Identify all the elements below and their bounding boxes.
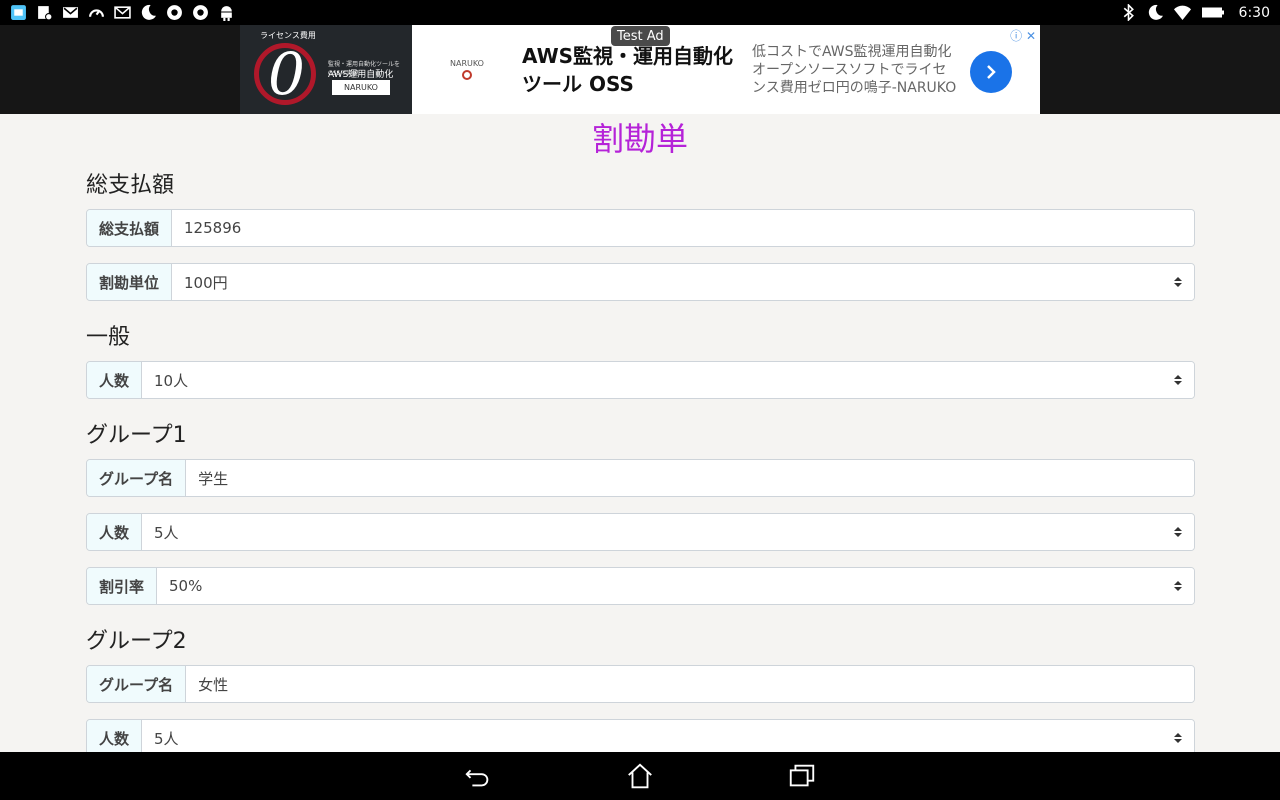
group2-name-label: グループ名 — [87, 666, 187, 702]
home-button[interactable] — [618, 754, 662, 798]
section-heading-group1: グループ1 — [86, 423, 187, 448]
general-people-label: 人数 — [87, 362, 143, 398]
chrome-icon — [192, 4, 209, 21]
total-amount-group: 総支払額 125896 — [86, 209, 1195, 247]
wifi-icon — [1173, 4, 1191, 21]
ad-info-controls[interactable]: ⓘ ✕ — [1010, 27, 1036, 44]
ad-logo[interactable]: NARUKO — [412, 25, 522, 114]
section-heading-total: 総支払額 — [86, 173, 175, 198]
group1-discount-label: 割引率 — [87, 568, 158, 604]
notification-icons — [10, 4, 235, 21]
group1-discount-select[interactable]: 50% — [157, 568, 1194, 604]
ad-banner-area: ライセンス費用 0 監視・運用自動化ツールをOSSで実現 AWS運用自動化 NA… — [0, 25, 1280, 114]
section-heading-group2: グループ2 — [86, 629, 187, 654]
speedometer-icon — [88, 4, 105, 21]
ad-image[interactable]: ライセンス費用 0 監視・運用自動化ツールをOSSで実現 AWS運用自動化 NA… — [240, 25, 412, 114]
moon-icon — [1147, 4, 1164, 21]
app-icon — [10, 4, 27, 21]
group2-name-input[interactable]: 女性 — [186, 666, 1194, 702]
chrome-icon — [166, 4, 183, 21]
split-unit-select[interactable]: 100円 — [172, 264, 1194, 300]
ad-open-button[interactable] — [970, 51, 1012, 93]
android-icon — [218, 4, 235, 21]
close-icon[interactable]: ✕ — [1026, 29, 1036, 43]
moon-icon — [140, 4, 157, 21]
select-caret-icon — [1174, 375, 1182, 385]
group1-discount-group: 割引率 50% — [86, 567, 1195, 605]
info-icon[interactable]: ⓘ — [1010, 29, 1022, 43]
back-icon — [465, 769, 489, 787]
group2-people-label: 人数 — [87, 720, 143, 756]
ad-image-badge: NARUKO — [332, 80, 390, 95]
clock: 6:30 — [1238, 4, 1270, 21]
group1-people-select[interactable]: 5人 — [142, 514, 1194, 550]
group2-people-select[interactable]: 5人 — [142, 720, 1194, 756]
notification-icon — [36, 4, 53, 21]
gmail-icon — [62, 4, 79, 21]
split-unit-group: 割勘単位 100円 — [86, 263, 1195, 301]
ad-image-caption: AWS運用自動化 — [328, 70, 394, 80]
ad-body[interactable]: 低コストでAWS監視運用自動化オープンソースソフトでライセンス費用ゼロ円の鳴子-… — [740, 25, 960, 114]
select-caret-icon — [1174, 733, 1182, 743]
ad-image-zero: 0 — [268, 40, 305, 108]
group1-name-input[interactable]: 学生 — [186, 460, 1194, 496]
split-unit-label: 割勘単位 — [87, 264, 173, 300]
total-amount-input[interactable]: 125896 — [172, 210, 1194, 246]
group1-people-value: 5人 — [154, 523, 179, 542]
home-icon — [628, 763, 652, 789]
general-people-select[interactable]: 10人 — [142, 362, 1194, 398]
battery-icon — [1201, 4, 1225, 21]
ad-logo-mark — [462, 70, 472, 80]
split-unit-value: 100円 — [184, 273, 228, 292]
select-caret-icon — [1174, 277, 1182, 287]
group1-name-group: グループ名 学生 — [86, 459, 1195, 497]
select-caret-icon — [1174, 527, 1182, 537]
back-button[interactable] — [456, 754, 500, 798]
ad-logo-text: NARUKO — [450, 59, 484, 68]
group1-discount-value: 50% — [169, 577, 203, 595]
general-people-value: 10人 — [154, 371, 189, 390]
total-amount-label: 総支払額 — [87, 210, 173, 246]
group1-name-label: グループ名 — [87, 460, 187, 496]
bluetooth-icon — [1120, 4, 1137, 21]
group2-name-group: グループ名 女性 — [86, 665, 1195, 703]
group2-people-value: 5人 — [154, 729, 179, 748]
status-bar: 6:30 — [0, 0, 1280, 25]
section-heading-general: 一般 — [86, 325, 131, 350]
recents-icon — [789, 764, 815, 787]
general-people-group: 人数 10人 — [86, 361, 1195, 399]
select-caret-icon — [1174, 581, 1182, 591]
chevron-right-icon — [987, 65, 996, 79]
page-title: 割勘単 — [591, 120, 688, 158]
mail-icon — [114, 4, 131, 21]
navigation-bar — [0, 752, 1280, 800]
system-icons: 6:30 — [1120, 4, 1270, 21]
recents-button[interactable] — [780, 754, 824, 798]
group1-people-label: 人数 — [87, 514, 143, 550]
test-ad-label: Test Ad — [611, 26, 670, 46]
group1-people-group: 人数 5人 — [86, 513, 1195, 551]
